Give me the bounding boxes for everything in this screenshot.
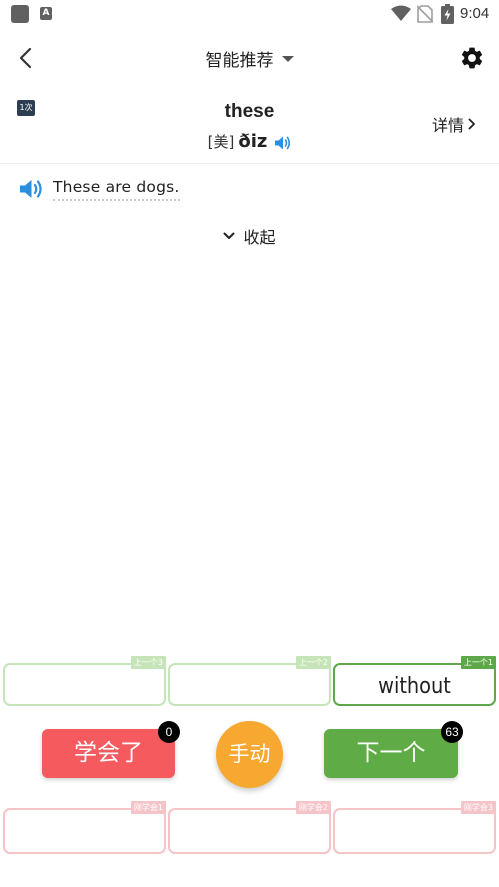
- just-learned-tag: 刚学会1: [130, 801, 166, 814]
- collapse-button[interactable]: 收起: [0, 224, 499, 248]
- manual-button[interactable]: 手动: [216, 721, 283, 788]
- just-learned-tag: 刚学会2: [295, 801, 331, 814]
- history-slot-3[interactable]: 上一个3: [3, 656, 166, 706]
- pronunciation-speaker-icon[interactable]: [274, 135, 291, 151]
- just-learned-slot-2[interactable]: 刚学会2: [168, 801, 331, 854]
- history-slot-2[interactable]: 上一个2: [168, 656, 331, 706]
- mode-dropdown[interactable]: 智能推荐: [206, 46, 294, 71]
- detail-label: 详情: [432, 116, 465, 135]
- learned-button[interactable]: 学会了 0: [42, 721, 180, 778]
- back-arrow-icon[interactable]: [12, 44, 40, 72]
- history-slot-1[interactable]: 上一个1 without: [333, 656, 496, 706]
- history-word: [180, 665, 320, 704]
- top-app-bar: 智能推荐: [0, 36, 499, 80]
- phonetic-row: [美] ðiz: [0, 131, 499, 152]
- gear-icon[interactable]: [459, 45, 485, 71]
- no-sim-icon: [417, 5, 433, 23]
- sentence-speaker-icon[interactable]: [19, 178, 44, 200]
- dropdown-caret-icon: [281, 56, 294, 62]
- phonetic-label: [美]: [207, 133, 235, 151]
- learned-count-badge: 0: [158, 721, 180, 743]
- just-learned-slot-3[interactable]: 刚学会3: [333, 801, 496, 854]
- wifi-icon: [391, 5, 411, 21]
- phonetic-text: ðiz: [238, 131, 268, 152]
- learned-label: 学会了: [74, 740, 143, 766]
- chevron-right-icon: [468, 118, 475, 130]
- status-bar: A 9:04: [0, 0, 499, 28]
- accessibility-a-icon: A: [40, 7, 52, 20]
- just-learned-slot-1[interactable]: 刚学会1: [3, 801, 166, 854]
- divider: [0, 163, 499, 164]
- just-learned-tag: 刚学会3: [460, 801, 496, 814]
- history-word: without: [378, 674, 451, 699]
- app-square-icon: [11, 5, 29, 23]
- status-time: 9:04: [460, 5, 490, 22]
- next-count-badge: 63: [441, 721, 463, 743]
- history-word: [15, 665, 155, 704]
- battery-charging-icon: [441, 4, 454, 24]
- example-sentence[interactable]: These are dogs.: [53, 178, 180, 201]
- chevron-down-icon: [223, 232, 235, 239]
- next-button[interactable]: 下一个 63: [324, 721, 463, 778]
- next-label: 下一个: [356, 740, 426, 766]
- word-title: these: [224, 101, 275, 122]
- detail-link[interactable]: 详情: [432, 112, 476, 136]
- collapse-label: 收起: [243, 228, 276, 247]
- page-title: 智能推荐: [205, 50, 274, 71]
